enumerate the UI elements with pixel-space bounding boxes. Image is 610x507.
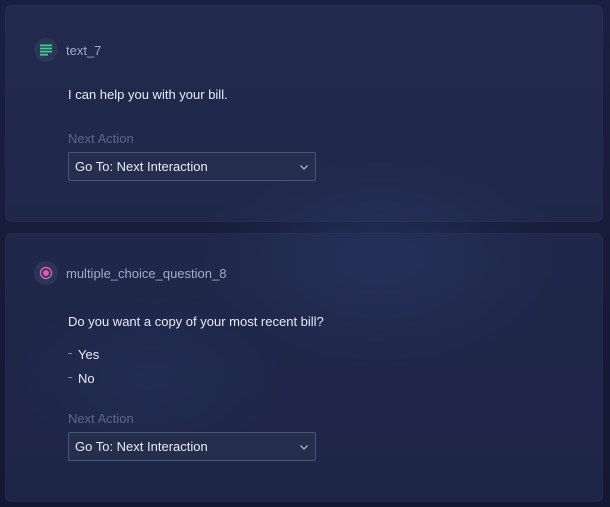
text-lines-icon: [34, 38, 58, 62]
option-label: Yes: [78, 346, 100, 362]
node-title: multiple_choice_question_8: [66, 265, 227, 281]
multiple-choice-node-card[interactable]: multiple_choice_question_8 Do you want a…: [5, 233, 603, 502]
option-label: No: [78, 370, 95, 386]
flow-canvas: text_7 I can help you with your bill. Ne…: [0, 0, 610, 507]
answer-option-no[interactable]: No: [68, 366, 99, 390]
next-action-label: Next Action: [68, 411, 134, 426]
answer-option-yes[interactable]: Yes: [68, 342, 99, 366]
node-prompt-text: I can help you with your bill.: [68, 87, 228, 102]
text-node-card[interactable]: text_7 I can help you with your bill. Ne…: [5, 5, 603, 222]
node-header: text_7: [34, 38, 101, 62]
chevron-down-icon: [300, 164, 308, 170]
next-action-value: Go To: Next Interaction: [75, 159, 208, 174]
next-action-select[interactable]: Go To: Next Interaction: [68, 152, 316, 181]
dash-bullet-icon: [68, 352, 72, 354]
dash-bullet-icon: [68, 376, 72, 378]
next-action-select[interactable]: Go To: Next Interaction: [68, 432, 316, 461]
answer-options-list: Yes No: [68, 342, 99, 390]
node-question-text: Do you want a copy of your most recent b…: [68, 314, 324, 329]
node-header: multiple_choice_question_8: [34, 261, 226, 285]
next-action-label: Next Action: [68, 131, 134, 146]
node-title: text_7: [66, 42, 102, 58]
chevron-down-icon: [300, 444, 308, 450]
next-action-value: Go To: Next Interaction: [75, 439, 208, 454]
radio-choice-icon: [34, 261, 58, 285]
